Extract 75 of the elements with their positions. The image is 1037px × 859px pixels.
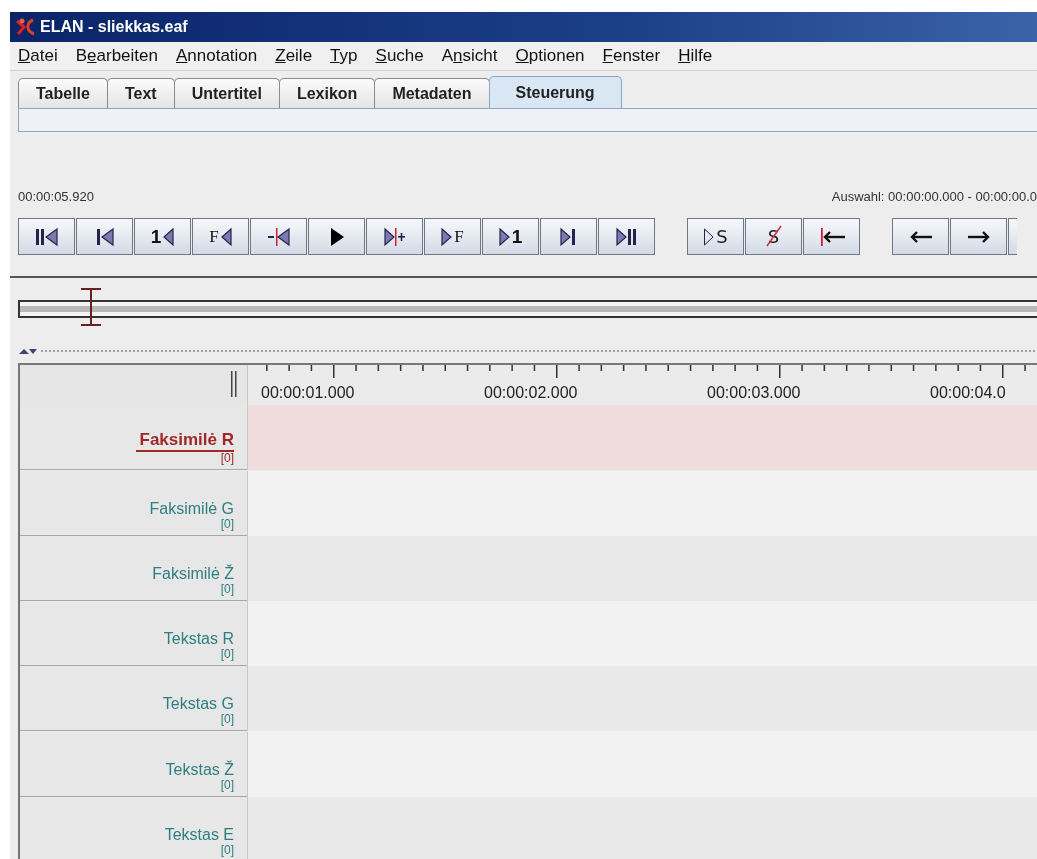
menu-item[interactable]: Datei	[18, 46, 67, 66]
annotation-count: [0]	[220, 582, 234, 595]
time-label: 00:00:02.000	[484, 384, 578, 401]
collapse-icon[interactable]	[18, 346, 38, 356]
toolbar-button[interactable]: 1	[482, 218, 539, 255]
triangle-bars-icon	[614, 226, 639, 247]
time-label: 00:00:04.0	[930, 384, 1006, 401]
drag-handle-icon	[231, 371, 237, 397]
tier-header[interactable]: Tekstas Ž [0]	[20, 731, 247, 797]
annotation-count: [0]	[220, 648, 234, 660]
toolbar-button[interactable]	[366, 218, 423, 255]
tab[interactable]: Steuerung	[488, 76, 622, 108]
play-icon	[328, 226, 345, 247]
tab[interactable]: Lexikon	[278, 78, 376, 108]
toolbar-button[interactable]: F	[192, 218, 249, 255]
menu-item[interactable]: Zeile	[275, 46, 322, 66]
time-label: 00:00:03.000	[707, 384, 801, 401]
tab[interactable]: Untertitel	[173, 78, 280, 108]
tier-name: Tekstas R	[163, 630, 234, 648]
annotation-count: [0]	[220, 778, 234, 791]
tier-header[interactable]: Faksimilė R [0]	[20, 405, 247, 471]
tier-name: Tekstas E	[164, 825, 234, 844]
menu-item[interactable]: Suche	[375, 46, 433, 66]
toolbar-button[interactable]	[803, 218, 860, 255]
toolbar-button[interactable]	[250, 218, 307, 255]
selection-time: Auswahl: 00:00:00.000 - 00:00:00.0	[831, 189, 1037, 205]
triangle-icon	[498, 226, 511, 247]
bars-triangle-icon	[34, 226, 59, 247]
media-time: 00:00:05.920	[18, 189, 94, 205]
menu-item[interactable]: Optionen	[515, 46, 594, 66]
menu-item[interactable]: Ansicht	[441, 46, 507, 66]
toolbar-button[interactable]	[892, 218, 949, 255]
tier-header[interactable]: Tekstas E [0]	[20, 796, 247, 859]
menu-item[interactable]: Annotation	[175, 46, 267, 66]
menu-item[interactable]: Hilfe	[678, 46, 722, 66]
triangle-icon	[162, 226, 175, 247]
tier-header[interactable]: Tekstas G [0]	[20, 666, 247, 732]
toolbar-button[interactable]	[308, 218, 365, 255]
tier-name: Faksimilė R	[135, 430, 234, 453]
triangle-icon	[219, 226, 232, 247]
tab[interactable]: Text	[106, 78, 175, 108]
menu-item[interactable]: Fenster	[602, 46, 670, 66]
annotation-count: [0]	[220, 843, 234, 856]
menu-item[interactable]: Typ	[330, 46, 367, 66]
triangle-line-plus-icon	[382, 226, 407, 247]
playhead-marker[interactable]	[80, 288, 102, 326]
tier-header[interactable]: Faksimilė G [0]	[20, 470, 247, 536]
annotation-count: [0]	[220, 713, 234, 726]
tier-name: Faksimilė Ž	[152, 564, 234, 583]
selection-track[interactable]	[18, 300, 1037, 318]
toolbar-button[interactable]	[950, 218, 1007, 255]
logo-icon	[14, 17, 36, 37]
outline-triangle-icon	[703, 226, 716, 247]
tier-name: Faksimilė G	[149, 499, 234, 518]
annotation-count: [0]	[220, 452, 234, 465]
toolbar-button[interactable]	[18, 218, 75, 255]
triangle-icon	[441, 226, 454, 247]
tier-header[interactable]: Faksimilė Ž [0]	[20, 535, 247, 601]
annotation-count: [0]	[220, 517, 234, 530]
toolbar-button[interactable]: 1	[134, 218, 191, 255]
toolbar-button[interactable]	[540, 218, 597, 255]
window-title: ELAN - sliekkas.eaf	[40, 18, 188, 36]
toolbar-button[interactable]: S	[687, 218, 744, 255]
dash-line-triangle-icon	[266, 226, 291, 247]
menu-item[interactable]: Bearbeiten	[75, 46, 167, 66]
time-label: 00:00:01.000	[261, 384, 355, 401]
tier-name: Tekstas G	[162, 695, 234, 714]
toolbar-button[interactable]	[76, 218, 133, 255]
toolbar-button[interactable]	[598, 218, 655, 255]
tier-name: Tekstas Ž	[165, 760, 234, 779]
tab[interactable]: Tabelle	[18, 78, 108, 108]
toolbar-button[interactable]: F	[424, 218, 481, 255]
tier-header[interactable]: Tekstas R [0]	[20, 601, 247, 666]
bar-triangle-icon	[94, 226, 115, 247]
tab[interactable]: Metadaten	[374, 78, 490, 108]
